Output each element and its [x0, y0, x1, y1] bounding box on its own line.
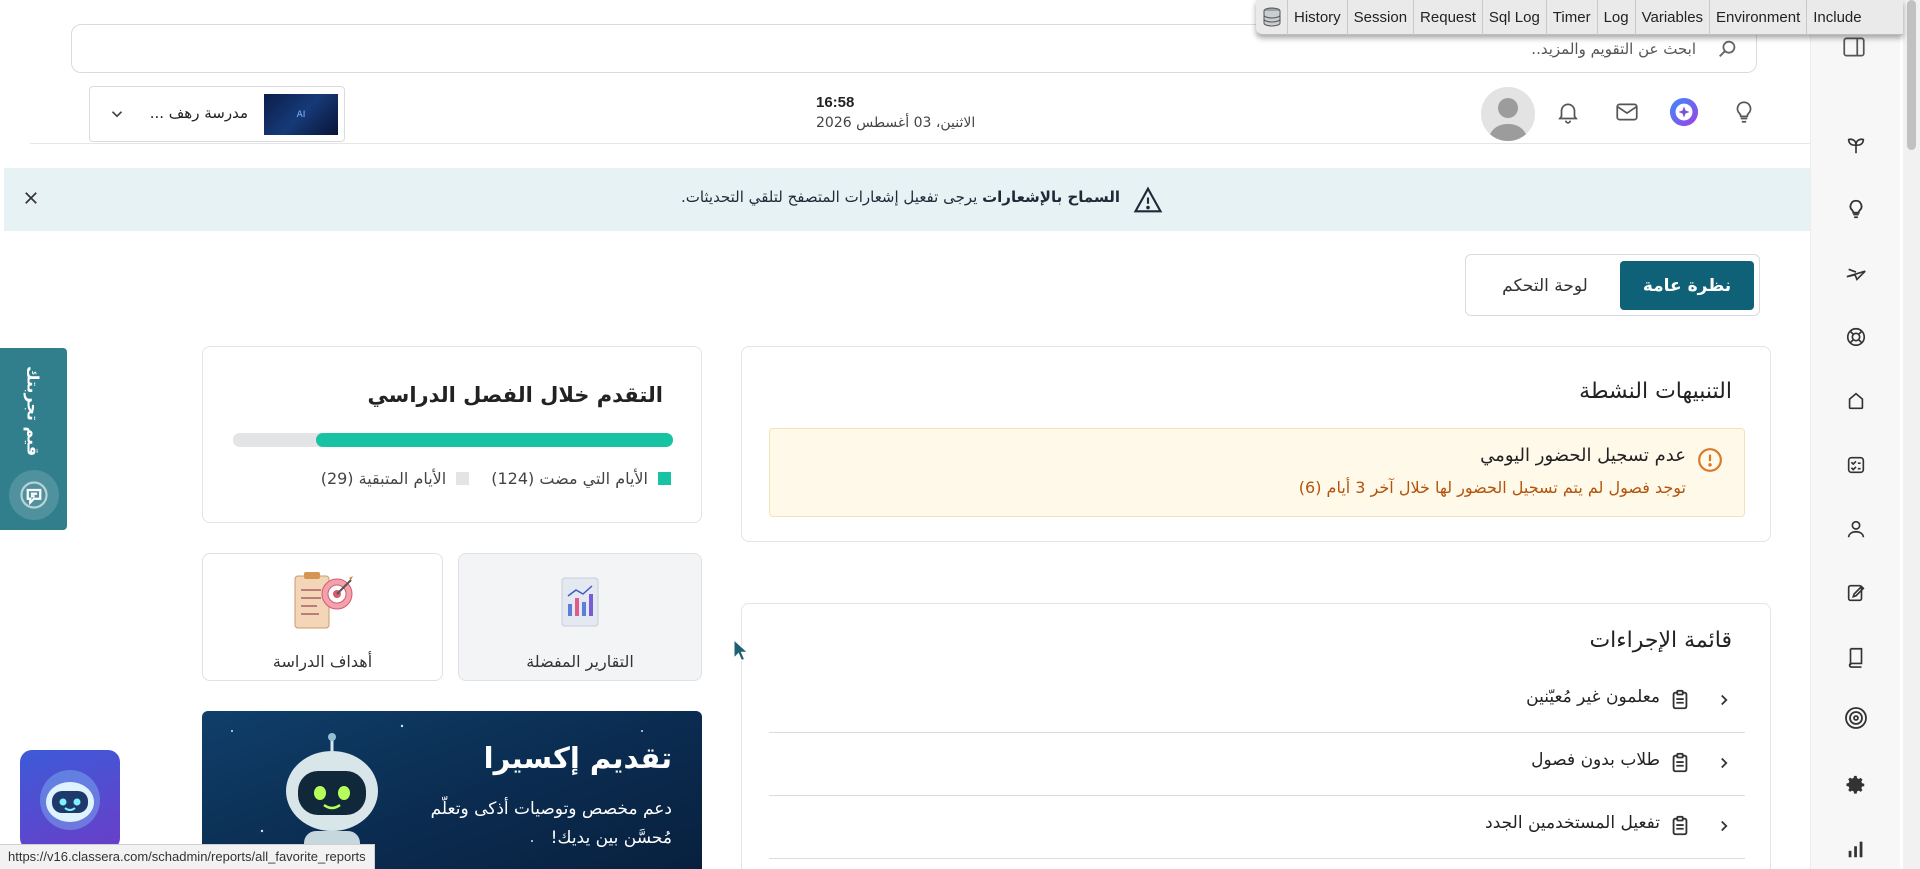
banner-title[interactable]: السماح بالإشعارات: [982, 188, 1120, 206]
promo-title: تقديم إكسيرا: [483, 741, 672, 775]
action-row[interactable]: طلاب بدون فصول: [769, 733, 1745, 796]
lightbulb-icon[interactable]: [1729, 97, 1759, 127]
close-icon[interactable]: [22, 189, 40, 207]
debug-tab-sql-log[interactable]: Sql Log: [1483, 0, 1547, 35]
robot-icon: [40, 770, 100, 830]
notification-banner: السماح بالإشعارات يرجى تفعيل إشعارات الم…: [4, 168, 1810, 231]
debug-tab-variables[interactable]: Variables: [1636, 0, 1711, 35]
sprout-icon[interactable]: [1844, 133, 1868, 157]
action-label: طلاب بدون فصول: [1531, 750, 1660, 770]
alert-item[interactable]: عدم تسجيل الحضور اليومي توجد فصول لم يتم…: [769, 428, 1745, 517]
progress-legend: الأيام التي مضت (124) الأيام المتبقية (2…: [321, 469, 671, 488]
debug-tab-log[interactable]: Log: [1598, 0, 1636, 35]
lightbulb-icon[interactable]: [1844, 197, 1868, 221]
alerts-title: التنبيهات النشطة: [1579, 379, 1732, 404]
report-chart-icon: [558, 574, 602, 630]
goal-target-icon: [287, 568, 359, 634]
feedback-icon: [9, 470, 59, 520]
action-list-card: قائمة الإجراءات معلمون غير مُعيّنين طلاب…: [741, 603, 1771, 869]
support-icon[interactable]: [1844, 325, 1868, 349]
debug-tab-timer[interactable]: Timer: [1547, 0, 1598, 35]
tab-dashboard[interactable]: لوحة التحكم: [1476, 261, 1614, 310]
active-alerts-card: التنبيهات النشطة عدم تسجيل الحضور اليومي…: [741, 346, 1771, 542]
database-icon[interactable]: [1256, 0, 1288, 35]
chatbot-button[interactable]: [20, 750, 120, 850]
avatar[interactable]: [1481, 87, 1535, 141]
chevron-right-icon: [1715, 817, 1733, 835]
right-sidebar: [1810, 0, 1900, 869]
status-url: https://v16.classera.com/schadmin/report…: [0, 844, 375, 869]
alert-title: عدم تسجيل الحضور اليومي: [1480, 445, 1686, 466]
school-logo: AI: [264, 94, 338, 135]
school-selector[interactable]: AI مدرسة رهف ...: [89, 86, 345, 142]
mail-icon[interactable]: [1612, 97, 1642, 127]
action-label: تفعيل المستخدمين الجدد: [1485, 813, 1660, 833]
clipboard-icon: [1669, 751, 1691, 775]
clipboard-icon: [1669, 814, 1691, 838]
sidebar-toggle-icon[interactable]: [1841, 34, 1867, 60]
target-icon[interactable]: [1844, 706, 1868, 730]
banner-message: يرجى تفعيل إشعارات المتصفح لتلقي التحديث…: [680, 188, 978, 206]
plane-icon[interactable]: [1844, 261, 1868, 285]
feedback-label: قيم تجربتك: [23, 365, 43, 457]
header-divider: [30, 143, 1810, 144]
promo-description: دعم مخصص وتوصيات أذكى وتعلّم مُحسَّن بين…: [430, 799, 672, 848]
bell-icon[interactable]: [1553, 97, 1583, 127]
action-row[interactable]: تفعيل المستخدمين الجدد: [769, 796, 1745, 859]
clock: 16:58 الاثنين، 03 أغسطس 2026: [816, 94, 996, 131]
favorite-reports-card[interactable]: التقارير المفضلة: [458, 553, 702, 681]
search-icon[interactable]: [1717, 38, 1739, 60]
debug-tab-include[interactable]: Include: [1807, 0, 1867, 35]
progress-bar: [233, 433, 673, 447]
actions-title: قائمة الإجراءات: [1589, 628, 1732, 653]
semester-progress-card: التقدم خلال الفصل الدراسي الأيام التي مض…: [202, 346, 702, 523]
debug-tab-session[interactable]: Session: [1348, 0, 1415, 35]
checklist-icon[interactable]: [1844, 453, 1868, 477]
tab-overview[interactable]: نظرة عامة: [1620, 261, 1754, 310]
alert-detail: توجد فصول لم يتم تسجيل الحضور لها خلال آ…: [1298, 478, 1686, 497]
current-date: الاثنين، 03 أغسطس 2026: [816, 115, 976, 131]
ai-assistant-icon[interactable]: [1669, 97, 1699, 127]
gear-icon[interactable]: [1844, 773, 1868, 797]
home-icon[interactable]: [1844, 389, 1868, 413]
chevron-right-icon: [1715, 754, 1733, 772]
study-goals-label: أهداف الدراسة: [272, 652, 373, 671]
bar-chart-icon[interactable]: [1844, 837, 1868, 861]
scrollbar-thumb[interactable]: [1907, 0, 1916, 150]
mouse-cursor-icon: [733, 639, 749, 663]
debug-tab-request[interactable]: Request: [1414, 0, 1483, 35]
legend-remaining: الأيام المتبقية (29): [321, 469, 470, 488]
favorite-reports-label: التقارير المفضلة: [526, 652, 634, 671]
debug-toolbar: History Session Request Sql Log Timer Lo…: [1256, 0, 1903, 35]
study-goals-card[interactable]: أهداف الدراسة: [202, 553, 443, 681]
progress-title: التقدم خلال الفصل الدراسي: [367, 383, 663, 407]
action-label: معلمون غير مُعيّنين: [1526, 687, 1660, 707]
alert-circle-icon: [1697, 447, 1723, 473]
current-time: 16:58: [816, 94, 855, 111]
chevron-down-icon: [108, 105, 126, 123]
search-input[interactable]: [196, 35, 1696, 63]
book-icon[interactable]: [1844, 645, 1868, 669]
school-name: مدرسة رهف ...: [149, 104, 248, 122]
edit-icon[interactable]: [1844, 581, 1868, 605]
feedback-tab[interactable]: قيم تجربتك: [0, 348, 67, 530]
debug-tab-environment[interactable]: Environment: [1710, 0, 1808, 35]
legend-elapsed: الأيام التي مضت (124): [491, 469, 671, 488]
clipboard-icon: [1669, 688, 1691, 712]
chevron-right-icon: [1715, 691, 1733, 709]
debug-tab-history[interactable]: History: [1288, 0, 1348, 35]
progress-bar-fill: [316, 433, 673, 447]
user-icon[interactable]: [1844, 517, 1868, 541]
banner-text: السماح بالإشعارات يرجى تفعيل إشعارات الم…: [681, 188, 1120, 206]
action-row[interactable]: معلمون غير مُعيّنين: [769, 670, 1745, 733]
view-tabs: نظرة عامة لوحة التحكم: [1465, 254, 1760, 316]
warning-icon: [1132, 185, 1164, 215]
